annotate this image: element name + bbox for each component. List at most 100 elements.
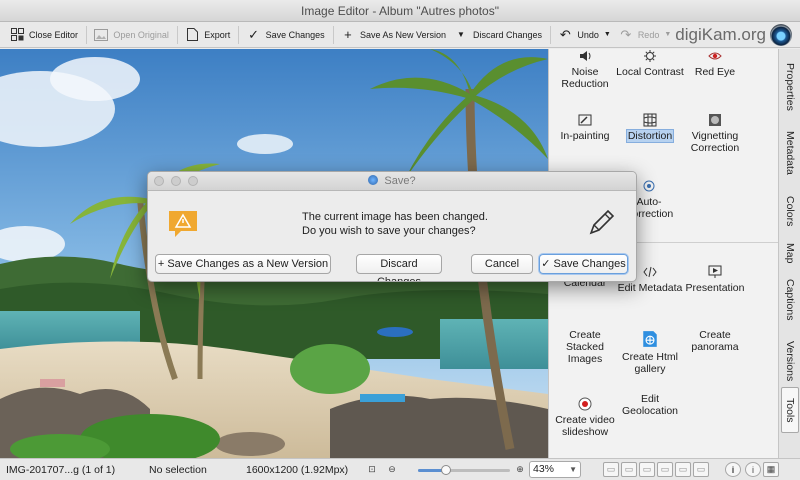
chevron-down-icon: ▼ [569, 465, 577, 474]
tab-colors[interactable]: Colors [781, 187, 799, 235]
tool-label: Create Html gallery [621, 351, 678, 375]
minimize-dot-icon[interactable] [171, 176, 181, 186]
zoom-slider[interactable] [418, 465, 510, 475]
plus-icon: + [157, 258, 168, 270]
tab-metadata[interactable]: Metadata [781, 123, 799, 183]
redo-dropdown-icon[interactable]: ▼ [664, 31, 671, 38]
discard-changes-dialog-button[interactable]: Discard Changes [356, 254, 442, 281]
tab-tools[interactable]: Tools [781, 387, 799, 433]
brush-frame-icon [578, 114, 592, 126]
redo-icon: ↷ [620, 26, 632, 42]
color-profile-icon[interactable]: ▦ [763, 462, 779, 477]
save-changes-label: Save Changes [265, 29, 325, 40]
zoom-in-icon[interactable]: ⊕ [512, 462, 528, 477]
dropdown-arrow-icon: ▼ [457, 30, 465, 39]
tool-label: Red Eye [694, 66, 736, 78]
open-original-label: Open Original [113, 29, 169, 40]
checkmark-icon: ✓ [541, 258, 554, 270]
button-label: Save Changes [553, 258, 626, 270]
status-bar: IMG-201707...g (1 of 1) No selection 160… [0, 458, 800, 480]
export-button[interactable]: Export [181, 24, 234, 46]
preview-both-vertical-icon[interactable]: ▭ [639, 462, 655, 477]
info-icon[interactable]: i [725, 462, 741, 477]
tool-label: Vignetting Correction [690, 130, 740, 154]
preview-duplicate-horizontal-icon[interactable]: ▭ [657, 462, 673, 477]
vignette-icon [709, 114, 721, 126]
record-icon [578, 397, 592, 411]
dialog-title: Save? [384, 175, 416, 187]
close-dot-icon[interactable] [154, 176, 164, 186]
distortion-grid-icon [643, 113, 657, 127]
zoom-out-icon[interactable]: ⊖ [384, 462, 400, 477]
save-as-new-version-dialog-button[interactable]: + Save Changes as a New Version [155, 254, 331, 274]
discard-changes-button[interactable]: ▼ Discard Changes [450, 24, 546, 46]
tab-label: Colors [784, 195, 796, 227]
button-label: Cancel [484, 258, 520, 270]
speaker-icon [580, 51, 591, 61]
html-globe-icon [643, 331, 657, 347]
tab-label: Tools [784, 397, 796, 423]
tool-distortion[interactable]: Distortion [614, 113, 686, 143]
tool-label: Local Contrast [616, 66, 684, 78]
dialog-title-bar: Save? [148, 172, 636, 191]
tool-create-panorama[interactable]: Create panorama [679, 329, 751, 353]
sun-contrast-icon [644, 50, 656, 62]
preview-duplicate-vertical-icon[interactable]: ▭ [675, 462, 691, 477]
open-original-button[interactable]: Open Original [90, 24, 173, 46]
tab-label: Versions [784, 340, 796, 382]
tool-label: Create video slideshow [555, 414, 615, 438]
undo-icon: ↶ [559, 26, 571, 42]
pencil-icon [589, 209, 615, 235]
undo-button[interactable]: ↶ Undo ▼ [554, 24, 614, 46]
tool-create-stacked-images[interactable]: Create Stacked Images [549, 329, 621, 365]
message-line-2: Do you wish to save your changes? [302, 225, 476, 237]
zoom-fit-icon[interactable]: ⊡ [364, 462, 380, 477]
discard-changes-label: Discard Changes [472, 29, 543, 40]
preview-original-icon[interactable]: ▭ [603, 462, 619, 477]
tool-local-contrast[interactable]: Local Contrast [614, 49, 686, 78]
dialog-message: The current image has been changed. Do y… [302, 210, 488, 238]
info-outline-icon[interactable]: i [745, 462, 761, 477]
image-size: 1600x1200 (1.92Mpx) [246, 464, 349, 476]
tool-label: Noise Reduction [561, 66, 609, 90]
redo-label: Redo [637, 29, 660, 40]
close-editor-button[interactable]: Close Editor [6, 24, 82, 46]
tool-create-video-slideshow[interactable]: Create video slideshow [549, 397, 621, 438]
brand-name: digiKam.org [675, 24, 766, 44]
tab-label: Captions [784, 279, 796, 321]
preview-both-horizontal-icon[interactable]: ▭ [621, 462, 637, 477]
tab-properties[interactable]: Properties [781, 53, 799, 121]
save-changes-button[interactable]: ✓ Save Changes [243, 24, 329, 46]
redo-button[interactable]: ↷ Redo ▼ [615, 24, 675, 46]
tool-in-painting[interactable]: In-painting [549, 113, 621, 142]
tool-edit-geolocation[interactable]: Edit Geolocation [614, 393, 686, 417]
file-name: IMG-201707...g (1 of 1) [6, 464, 116, 476]
tab-versions[interactable]: Versions [781, 333, 799, 389]
tool-red-eye[interactable]: Red Eye [679, 49, 751, 78]
zoom-value: 43% [533, 463, 555, 475]
tool-label: Edit Geolocation [621, 393, 679, 417]
tool-noise-reduction[interactable]: Noise Reduction [549, 49, 621, 90]
zoom-dot-icon[interactable] [188, 176, 198, 186]
cancel-button[interactable]: Cancel [471, 254, 533, 274]
preview-target-icon[interactable]: ▭ [693, 462, 709, 477]
digikam-logo-icon [770, 23, 792, 46]
red-eye-icon [708, 52, 722, 60]
selection-status: No selection [149, 464, 207, 476]
tool-label-selected: Distortion [625, 129, 675, 143]
zoom-combobox[interactable]: 43% ▼ [529, 461, 581, 478]
window-title-bar: Image Editor - Album "Autres photos" [0, 0, 800, 22]
save-changes-dialog-button[interactable]: ✓ Save Changes [539, 254, 628, 274]
tab-label: Map [784, 242, 796, 264]
tool-create-html-gallery[interactable]: Create Html gallery [614, 330, 686, 375]
tool-vignetting-correction[interactable]: Vignetting Correction [679, 113, 751, 154]
tab-captions[interactable]: Captions [781, 271, 799, 329]
tab-map[interactable]: Map [781, 237, 799, 269]
grid-close-icon [10, 28, 24, 42]
undo-dropdown-icon[interactable]: ▼ [604, 31, 611, 38]
tool-presentation[interactable]: Presentation [679, 265, 751, 294]
save-as-new-version-button[interactable]: + Save As New Version [337, 24, 450, 46]
zoom-slider-handle[interactable] [440, 465, 451, 475]
tab-label: Properties [784, 63, 796, 111]
close-editor-label: Close Editor [29, 29, 79, 40]
